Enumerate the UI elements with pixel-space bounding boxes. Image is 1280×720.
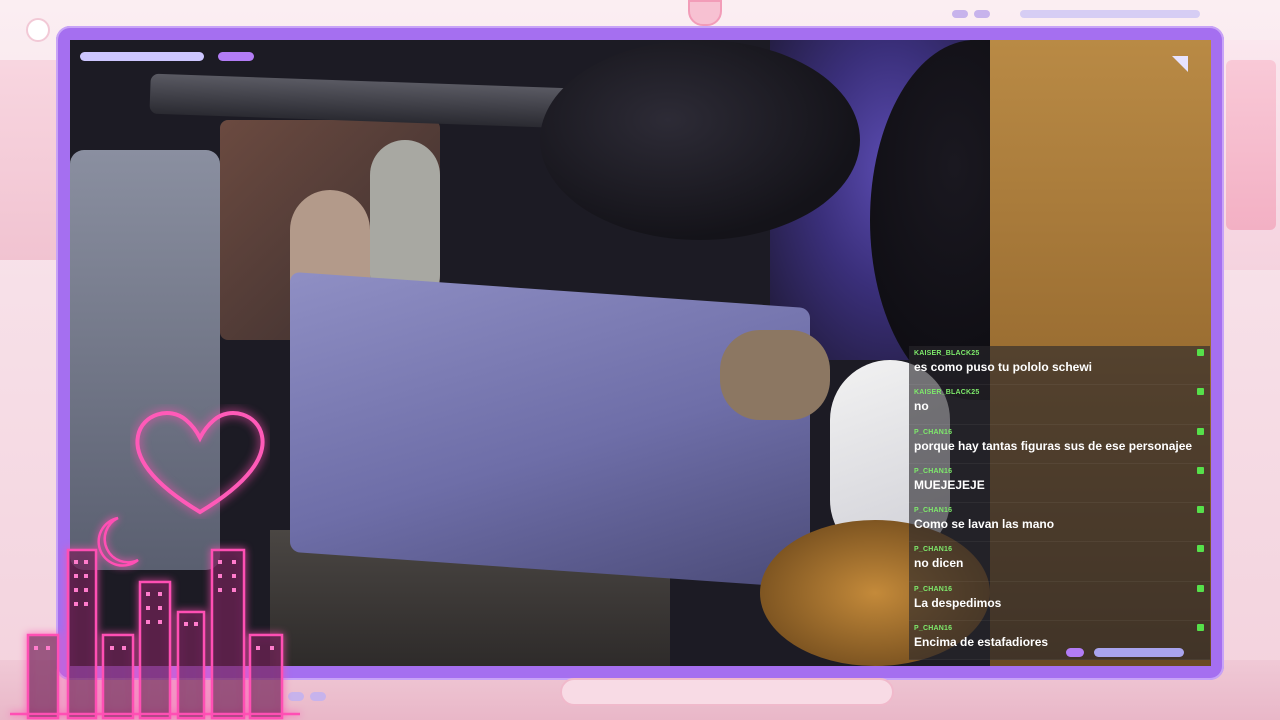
chat-message: P_CHAN16 porque hay tantas figuras sus d…	[909, 424, 1210, 464]
chat-text: es como puso tu pololo schewi	[914, 360, 1093, 374]
chat-username: P_CHAN16	[914, 507, 953, 515]
building	[248, 633, 284, 720]
building	[66, 548, 98, 720]
chat-message: P_CHAN16 Como se lavan las mano	[909, 503, 1210, 543]
chat-text: no	[914, 399, 929, 414]
green-badge-icon	[1197, 427, 1204, 435]
green-badge-icon	[1197, 624, 1204, 632]
chat-username: KAISER_BLACK25	[914, 350, 980, 357]
chat-text: La despedimos	[914, 595, 1002, 610]
green-badge-icon	[1197, 388, 1204, 396]
footer-pill	[1094, 648, 1184, 657]
chat-text: porque hay tantas figuras sus de ese per…	[914, 438, 1193, 453]
deco-pill	[974, 10, 990, 18]
lamp-decoration	[688, 0, 722, 26]
chat-username: KAISER_BLACK25	[914, 389, 980, 397]
chat-text: MUEJEJEJE	[914, 477, 985, 492]
cam-top-bar	[80, 52, 254, 61]
deco-pill	[1020, 10, 1200, 18]
building	[101, 633, 135, 720]
footer-pill	[1066, 648, 1084, 657]
chat-text: Como se lavan las mano	[914, 517, 1055, 532]
decorative-dot	[26, 18, 50, 42]
chat-footer-bars	[1066, 648, 1184, 657]
chat-message: KAISER_BLACK25 no	[909, 385, 1210, 425]
chat-username: P_CHAN16	[914, 546, 953, 554]
building	[210, 548, 246, 720]
building	[138, 580, 172, 720]
green-badge-icon	[1197, 349, 1204, 356]
corner-triangle-decoration	[1172, 56, 1188, 72]
cam-pill	[80, 52, 204, 61]
heart-icon	[135, 411, 265, 515]
chat-message: P_CHAN16 La despedimos	[909, 581, 1210, 622]
chat-message: P_CHAN16 no dicen	[909, 542, 1210, 582]
green-badge-icon	[1197, 466, 1204, 474]
top-deco-bars	[952, 10, 1200, 18]
building	[26, 633, 60, 720]
green-badge-icon	[1197, 545, 1204, 553]
chat-text: no dicen	[914, 556, 964, 571]
chat-message: P_CHAN16 MUEJEJEJE	[909, 463, 1210, 504]
cloth	[290, 271, 810, 589]
chat-username: P_CHAN16	[914, 585, 953, 593]
anime-character-art	[1226, 60, 1276, 230]
cloud-decoration	[560, 678, 894, 706]
green-badge-icon	[1197, 584, 1204, 592]
bottom-pill	[310, 692, 326, 701]
chat-username: P_CHAN16	[914, 467, 953, 475]
chat-message: KAISER_BLACK25 es como puso tu pololo sc…	[909, 346, 1210, 386]
city-skyline-icon	[10, 516, 300, 720]
moon-icon	[97, 516, 139, 567]
chat-username: P_CHAN16	[914, 625, 953, 633]
chat-overlay: KAISER_BLACK25 es como puso tu pololo sc…	[909, 346, 1210, 661]
cam-pill	[218, 52, 254, 61]
chat-username: P_CHAN16	[914, 428, 953, 436]
building	[176, 610, 206, 720]
hand	[720, 330, 830, 420]
microphone-head	[540, 40, 860, 240]
green-badge-icon	[1197, 506, 1204, 514]
deco-pill	[952, 10, 968, 18]
